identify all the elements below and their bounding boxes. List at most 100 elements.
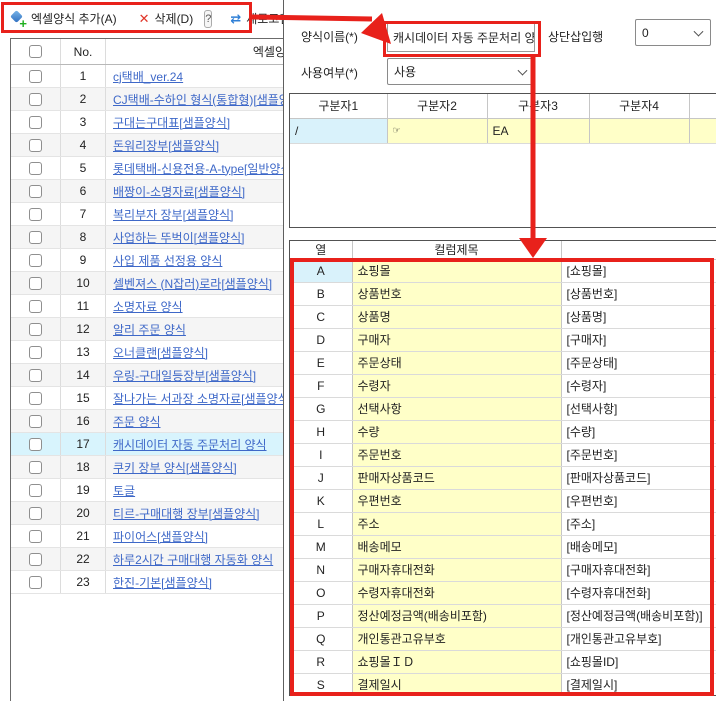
form-name-link[interactable]: 셀벤져스 (N잡러)로라[샘플양식]: [113, 277, 272, 291]
top-insert-row-select[interactable]: 0: [635, 19, 711, 46]
form-name-link[interactable]: 소명자료 양식: [113, 300, 183, 314]
column-title-cell[interactable]: 주문번호: [352, 443, 562, 467]
column-letter-cell[interactable]: P: [290, 604, 353, 628]
column-field-cell[interactable]: [구매자휴대전화]: [561, 558, 716, 582]
delimiter-cell[interactable]: /: [290, 118, 388, 144]
select-all-checkbox[interactable]: [29, 45, 42, 58]
column-field-cell[interactable]: [배송메모]: [561, 535, 716, 559]
form-name-link[interactable]: 사업하는 뚜벅이[샘플양식]: [113, 231, 244, 245]
column-letter-cell[interactable]: M: [290, 535, 353, 559]
column-letter-cell[interactable]: K: [290, 489, 353, 513]
column-field-cell[interactable]: [주소]: [561, 512, 716, 536]
column-field-cell[interactable]: [정산예정금액(배송비포함)]: [561, 604, 716, 628]
form-name-link[interactable]: 파이어스[샘플양식]: [113, 530, 208, 544]
column-title-cell[interactable]: 우편번호: [352, 489, 562, 513]
row-checkbox[interactable]: [29, 207, 42, 221]
column-title-cell[interactable]: 쇼핑몰ＩＤ: [352, 650, 562, 674]
form-name-link[interactable]: 배짱이-소명자료[샘플양식]: [113, 185, 245, 199]
row-checkbox[interactable]: [29, 161, 42, 175]
column-field-cell[interactable]: [수령자]: [561, 374, 716, 398]
form-name-link[interactable]: 한진-기본[샘플양식]: [113, 576, 212, 590]
column-field-cell[interactable]: [결제일시]: [561, 673, 716, 695]
column-field-cell[interactable]: [상품명]: [561, 305, 716, 329]
column-title-cell[interactable]: 구매자휴대전화: [352, 558, 562, 582]
row-checkbox[interactable]: [29, 437, 42, 451]
column-title-cell[interactable]: 선택사항: [352, 397, 562, 421]
row-checkbox[interactable]: [29, 299, 42, 313]
delimiter-cell[interactable]: [589, 118, 690, 144]
delimiter-cell[interactable]: [689, 118, 716, 144]
column-field-cell[interactable]: [선택사항]: [561, 397, 716, 421]
form-name-link[interactable]: 주문 양식: [113, 415, 161, 429]
help-button[interactable]: ?: [204, 9, 213, 28]
column-title-cell[interactable]: 상품명: [352, 305, 562, 329]
form-name-link[interactable]: 우링-구대일등장부[샘플양식]: [113, 369, 256, 383]
column-letter-cell[interactable]: R: [290, 650, 353, 674]
column-letter-cell[interactable]: L: [290, 512, 353, 536]
column-letter-cell[interactable]: H: [290, 420, 353, 444]
column-letter-cell[interactable]: A: [290, 259, 353, 283]
column-field-cell[interactable]: [판매자상품코드]: [561, 466, 716, 490]
form-name-link[interactable]: 롯데택배-신용전용-A-type[일반양식]: [113, 162, 283, 176]
form-name-link[interactable]: 잘나가는 서과장 소명자료[샘플양식]: [113, 392, 283, 406]
column-field-cell[interactable]: [주문상태]: [561, 351, 716, 375]
row-checkbox[interactable]: [29, 92, 42, 106]
row-checkbox[interactable]: [29, 506, 42, 520]
column-field-cell[interactable]: [상품번호]: [561, 282, 716, 306]
row-checkbox[interactable]: [29, 529, 42, 543]
row-checkbox[interactable]: [29, 322, 42, 336]
row-checkbox[interactable]: [29, 368, 42, 382]
row-checkbox[interactable]: [29, 69, 42, 83]
column-letter-cell[interactable]: C: [290, 305, 353, 329]
column-title-cell[interactable]: 쇼핑몰: [352, 259, 562, 283]
column-title-cell[interactable]: 개인통관고유부호: [352, 627, 562, 651]
form-name-link[interactable]: 사입 제품 선정용 양식: [113, 254, 222, 268]
row-checkbox[interactable]: [29, 184, 42, 198]
form-name-link[interactable]: 돈워리장부[샘플양식]: [113, 139, 219, 153]
column-title-cell[interactable]: 구매자: [352, 328, 562, 352]
column-letter-cell[interactable]: S: [290, 673, 353, 695]
column-field-cell[interactable]: [수령자휴대전화]: [561, 581, 716, 605]
row-checkbox[interactable]: [29, 460, 42, 474]
row-checkbox[interactable]: [29, 253, 42, 267]
form-name-link[interactable]: 복리부자 장부[샘플양식]: [113, 208, 233, 222]
column-letter-cell[interactable]: G: [290, 397, 353, 421]
column-field-cell[interactable]: [구매자]: [561, 328, 716, 352]
column-title-cell[interactable]: 수령자휴대전화: [352, 581, 562, 605]
column-letter-cell[interactable]: F: [290, 374, 353, 398]
column-field-cell[interactable]: [쇼핑몰]: [561, 259, 716, 283]
column-letter-cell[interactable]: B: [290, 282, 353, 306]
column-letter-cell[interactable]: Q: [290, 627, 353, 651]
column-field-cell[interactable]: [쇼핑몰ID]: [561, 650, 716, 674]
row-checkbox[interactable]: [29, 414, 42, 428]
row-checkbox[interactable]: [29, 483, 42, 497]
form-name-link[interactable]: cj택배_ver.24: [113, 70, 183, 84]
form-name-link[interactable]: 구대는구대표[샘플양식]: [113, 116, 230, 130]
refresh-button[interactable]: ⇄ 새로고침: [226, 7, 283, 30]
column-title-cell[interactable]: 수령자: [352, 374, 562, 398]
column-title-cell[interactable]: 판매자상품코드: [352, 466, 562, 490]
form-name-link[interactable]: 토글: [113, 484, 135, 498]
column-field-cell[interactable]: [수량]: [561, 420, 716, 444]
column-title-cell[interactable]: 주문상태: [352, 351, 562, 375]
column-field-cell[interactable]: [개인통관고유부호]: [561, 627, 716, 651]
column-title-cell[interactable]: 주소: [352, 512, 562, 536]
column-letter-cell[interactable]: I: [290, 443, 353, 467]
form-name-link[interactable]: 캐시데이터 자동 주문처리 양식: [113, 438, 267, 452]
column-title-cell[interactable]: 배송메모: [352, 535, 562, 559]
delimiter-cell[interactable]: ☞: [387, 118, 488, 144]
column-field-cell[interactable]: [주문번호]: [561, 443, 716, 467]
form-name-input[interactable]: 캐시데이터 자동 주문처리 양식: [387, 23, 535, 52]
row-checkbox[interactable]: [29, 230, 42, 244]
form-name-link[interactable]: 티르-구매대행 장부[샘플양식]: [113, 507, 259, 521]
delete-button[interactable]: ✕ 삭제(D): [135, 7, 198, 30]
form-name-link[interactable]: 쿠키 장부 양식[샘플양식]: [113, 461, 237, 475]
column-letter-cell[interactable]: E: [290, 351, 353, 375]
add-excel-form-button[interactable]: + 엑셀양식 추가(A): [6, 7, 121, 30]
row-checkbox[interactable]: [29, 276, 42, 290]
row-checkbox[interactable]: [29, 575, 42, 589]
column-letter-cell[interactable]: D: [290, 328, 353, 352]
form-name-link[interactable]: 알리 주문 양식: [113, 323, 186, 337]
column-title-cell[interactable]: 정산예정금액(배송비포함): [352, 604, 562, 628]
column-field-cell[interactable]: [우편번호]: [561, 489, 716, 513]
